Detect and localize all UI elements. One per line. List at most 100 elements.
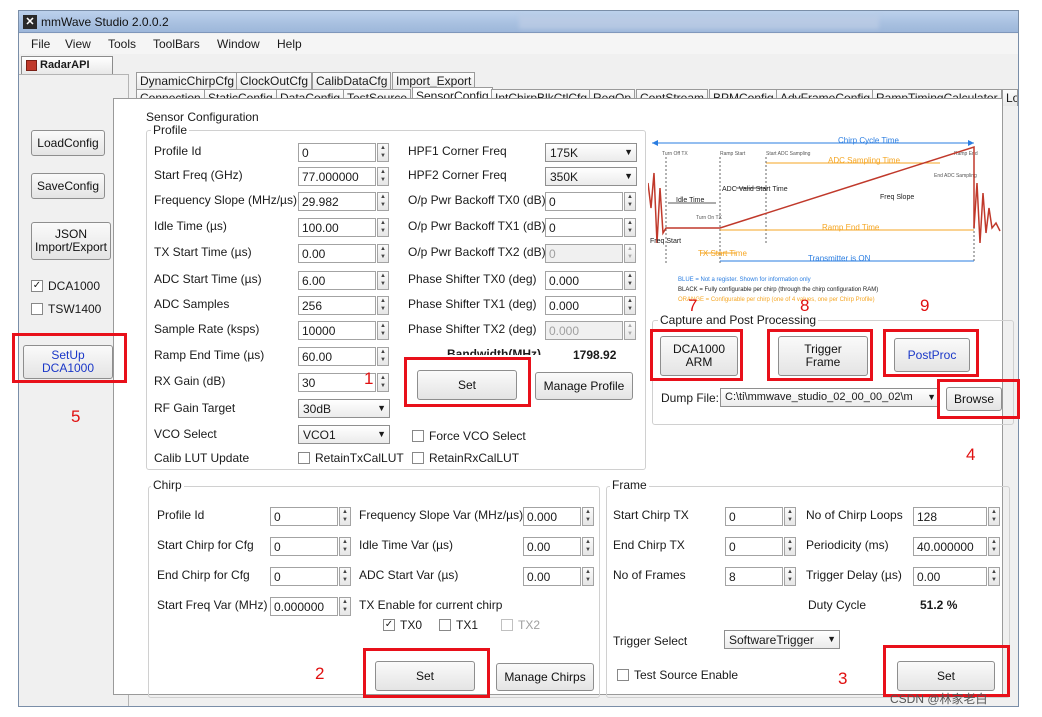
start-chirp-cfg-input[interactable]: 0 [270,537,338,556]
trigger-select-label: Trigger Select [613,634,688,648]
adc-start-var-spinner[interactable]: ▲ ▼ [582,567,594,586]
idle-time-var-spinner[interactable]: ▲ ▼ [582,537,594,556]
tab-calibdatacfg[interactable]: CalibDataCfg [312,72,392,89]
tx-start-time-input[interactable]: 0.00 [298,244,376,263]
adc-start-time-input[interactable]: 6.00 [298,271,376,290]
phase-shifter-tx0-input[interactable]: 0.000 [545,271,623,290]
start-chirp-cfg-spinner[interactable]: ▲ ▼ [339,537,351,556]
start-freq-spinner[interactable]: ▲ ▼ [377,167,389,186]
idle-time-input[interactable]: 100.00 [298,218,376,237]
no-of-frames-input[interactable]: 8 [725,567,783,586]
idle-time-text: Idle Time [676,197,705,204]
retain-rx-checkbox[interactable] [412,452,424,464]
hpf1-select[interactable]: 175K ▼ [545,143,637,162]
tx-start-time-spinner[interactable]: ▲ ▼ [377,244,389,263]
end-chirp-tx-spinner[interactable]: ▲ ▼ [784,537,796,556]
freq-slope-spinner[interactable]: ▲ ▼ [377,192,389,211]
no-of-frames-spinner[interactable]: ▲ ▼ [784,567,796,586]
end-chirp-cfg-input[interactable]: 0 [270,567,338,586]
freq-slope-input[interactable]: 29.982 [298,192,376,211]
menu-toolbars[interactable]: ToolBars [153,37,200,51]
turn-on-tx-text: Turn On TX [696,215,723,221]
trigger-select-value: SoftwareTrigger [729,633,814,647]
ramp-end-time-input[interactable]: 60.00 [298,347,376,366]
start-freq-input[interactable]: 77.000000 [298,167,376,186]
adc-start-time-spinner[interactable]: ▲ ▼ [377,271,389,290]
menu-help[interactable]: Help [277,37,302,51]
chirp-loops-input[interactable]: 128 [913,507,987,526]
tx-enable-label: TX Enable for current chirp [359,598,503,612]
start-adc-text: Start ADC Sampling [766,151,811,157]
periodicity-spinner[interactable]: ▲ ▼ [988,537,1000,556]
freq-slope-text: Freq Slope [880,194,914,201]
force-vco-checkbox[interactable] [412,430,424,442]
chirp-profile-id-input[interactable]: 0 [270,507,338,526]
ramp-end-time-spinner[interactable]: ▲ ▼ [377,347,389,366]
phase-shifter-tx2-input: 0.000 [545,321,623,340]
profile-id-input[interactable]: 0 [298,143,376,162]
manage-chirps-button[interactable]: Manage Chirps [496,663,594,691]
start-freq-var-input[interactable]: 0.000000 [270,597,338,616]
freq-slope-var-spinner[interactable]: ▲ ▼ [582,507,594,526]
menu-window[interactable]: Window [217,37,260,51]
chirp-loops-spinner[interactable]: ▲ ▼ [988,507,1000,526]
sample-rate-input[interactable]: 10000 [298,321,376,340]
phase-shifter-tx0-spinner[interactable]: ▲ ▼ [624,271,636,290]
trigger-delay-input[interactable]: 0.00 [913,567,987,586]
transmitter-on-text: Transmitter is ON [808,254,871,263]
trigger-delay-spinner[interactable]: ▲ ▼ [988,567,1000,586]
pwr-backoff-tx1-spinner[interactable]: ▲ ▼ [624,218,636,237]
pwr-backoff-tx2-input: 0 [545,244,623,263]
dca1000-checkbox[interactable]: ✓ [31,280,43,292]
vco-select[interactable]: VCO1 ▼ [298,425,390,444]
rx-gain-spinner[interactable]: ▲ ▼ [377,373,389,392]
tab-clockoutcfg[interactable]: ClockOutCfg [236,72,313,89]
manage-profile-button[interactable]: Manage Profile [535,372,633,400]
tab-lo-truncated[interactable]: Lo [1002,89,1018,106]
periodicity-input[interactable]: 40.000000 [913,537,987,556]
tx0-checkbox[interactable]: ✓ [383,619,395,631]
radarapi-tab[interactable]: RadarAPI [21,56,113,74]
note-black-text: BLACK = Fully configurable per chirp (th… [678,287,878,293]
tx1-checkbox[interactable] [439,619,451,631]
adc-start-var-input[interactable]: 0.00 [523,567,581,586]
adc-samples-input[interactable]: 256 [298,296,376,315]
retain-tx-checkbox[interactable] [298,452,310,464]
phase-shifter-tx1-input[interactable]: 0.000 [545,296,623,315]
start-chirp-tx-input[interactable]: 0 [725,507,783,526]
adc-samples-spinner[interactable]: ▲ ▼ [377,296,389,315]
dump-file-select[interactable]: C:\ti\mmwave_studio_02_00_00_02\m ▼ [720,388,940,407]
idle-time-var-input[interactable]: 0.00 [523,537,581,556]
end-chirp-cfg-spinner[interactable]: ▲ ▼ [339,567,351,586]
test-source-checkbox[interactable] [617,669,629,681]
start-chirp-tx-spinner[interactable]: ▲ ▼ [784,507,796,526]
profile-id-spinner[interactable]: ▲ ▼ [377,143,389,162]
rf-gain-select[interactable]: 30dB ▼ [298,399,390,418]
menu-view[interactable]: View [65,37,91,51]
menu-tools[interactable]: Tools [108,37,136,51]
menu-file[interactable]: File [31,37,50,51]
idle-time-spinner[interactable]: ▲ ▼ [377,218,389,237]
phase-shifter-tx1-spinner[interactable]: ▲ ▼ [624,296,636,315]
tsw1400-checkbox[interactable] [31,303,43,315]
pwr-backoff-tx1-input[interactable]: 0 [545,218,623,237]
load-config-button[interactable]: LoadConfig [31,130,105,156]
hpf2-value: 350K [550,170,579,184]
json-import-export-button[interactable]: JSON Import/Export [31,222,111,260]
save-config-button[interactable]: SaveConfig [31,173,105,199]
tab-dynamicchirpcfg[interactable]: DynamicChirpCfg [136,72,239,89]
sample-rate-spinner[interactable]: ▲ ▼ [377,321,389,340]
pwr-backoff-tx0-input[interactable]: 0 [545,192,623,211]
chirp-profile-id-spinner[interactable]: ▲ ▼ [339,507,351,526]
hpf2-select[interactable]: 350K ▼ [545,167,637,186]
highlight-box-5 [12,333,127,383]
chevron-down-icon: ▼ [827,634,836,644]
trigger-select[interactable]: SoftwareTrigger ▼ [724,630,840,649]
start-freq-var-spinner[interactable]: ▲ ▼ [339,597,351,616]
frame-group-title: Frame [610,478,649,492]
pwr-backoff-tx0-label: O/p Pwr Backoff TX0 (dB) [408,193,546,207]
end-chirp-tx-input[interactable]: 0 [725,537,783,556]
freq-slope-var-input[interactable]: 0.000 [523,507,581,526]
pwr-backoff-tx0-spinner[interactable]: ▲ ▼ [624,192,636,211]
radar-icon [26,60,37,71]
